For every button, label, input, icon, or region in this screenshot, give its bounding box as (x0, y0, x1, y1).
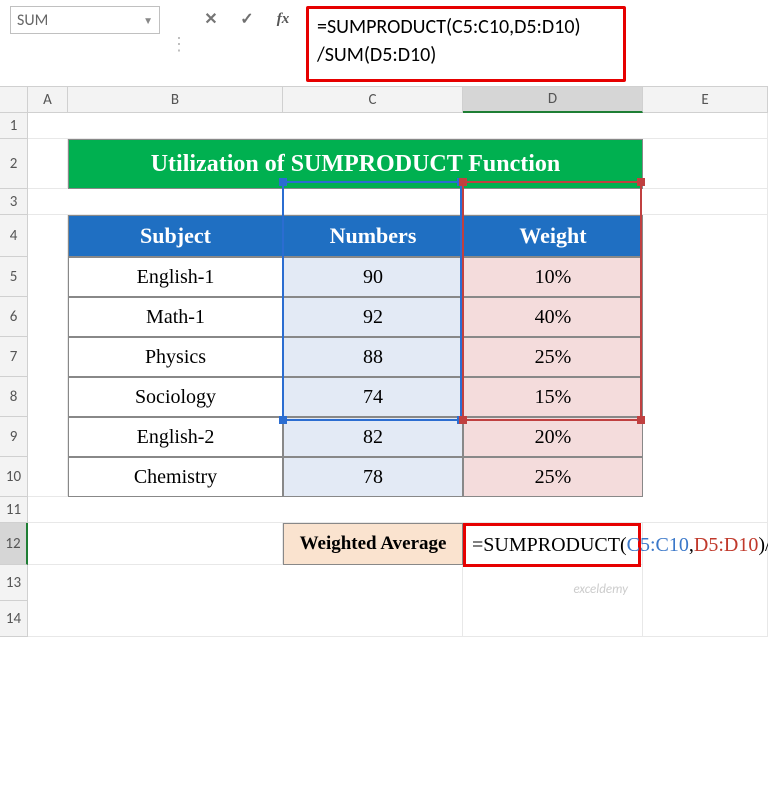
cell-A2[interactable] (28, 139, 68, 189)
row-head-2[interactable]: 2 (0, 139, 28, 189)
header-weight: Weight (463, 215, 643, 257)
row-head-4[interactable]: 4 (0, 215, 28, 257)
cell-row11[interactable] (28, 497, 768, 523)
row-head-3[interactable]: 3 (0, 189, 28, 215)
col-head-C[interactable]: C (283, 87, 463, 113)
cell-row3[interactable] (28, 189, 768, 215)
formula-line-2: /SUM(D5:D10) (317, 41, 615, 69)
name-box-value: SUM (17, 11, 48, 30)
formula-text: T( (608, 534, 627, 556)
cell-subject-1[interactable]: Math-1 (68, 297, 283, 337)
formula-bar-input[interactable]: =SUMPRODUCT(C5:C10,D5:D10) /SUM(D5:D10) (306, 6, 626, 82)
col-head-B[interactable]: B (68, 87, 283, 113)
insert-function-button[interactable]: fx (270, 6, 296, 32)
name-box-dropdown-icon[interactable]: ▼ (143, 14, 153, 27)
cell-weight-2[interactable]: 25% (463, 337, 643, 377)
cell-numbers-0[interactable]: 90 (283, 257, 463, 297)
cancel-formula-button[interactable]: ✕ (198, 6, 224, 32)
cell-subject-3[interactable]: Sociology (68, 377, 283, 417)
cell-numbers-1[interactable]: 92 (283, 297, 463, 337)
cell-E2[interactable] (643, 139, 768, 189)
formula-ref-d5d10-a: D5: (694, 534, 724, 556)
cell-row12-left[interactable] (28, 523, 283, 565)
row-head-13[interactable]: 13 (0, 565, 28, 601)
formula-ref-c5c10: C5:C10 (627, 534, 689, 556)
cell-subject-2[interactable]: Physics (68, 337, 283, 377)
cell-D12[interactable]: =SUMPRODUCT(C5:C10,D5:D10)/SUM(D5:D10) (463, 523, 643, 565)
weighted-average-label: Weighted Average (283, 523, 463, 565)
cell-weight-3[interactable]: 15% (463, 377, 643, 417)
col-head-D[interactable]: D (463, 87, 643, 113)
formula-bar-area: SUM ▼ ⋮ ✕ ✓ fx =SUMPRODUCT(C5:C10,D5:D10… (0, 0, 768, 87)
cell-numbers-2[interactable]: 88 (283, 337, 463, 377)
title-banner: Utilization of SUMPRODUCT Function (68, 139, 643, 189)
row-head-6[interactable]: 6 (0, 297, 28, 337)
name-box[interactable]: SUM ▼ (10, 6, 160, 34)
header-subject: Subject (68, 215, 283, 257)
row-head-12[interactable]: 12 (0, 523, 28, 565)
cell-bottom-left[interactable] (28, 565, 463, 637)
cell-subject-5[interactable]: Chemistry (68, 457, 283, 497)
col-head-E[interactable]: E (643, 87, 768, 113)
col-head-A[interactable]: A (28, 87, 68, 113)
cell-row1[interactable] (28, 113, 768, 139)
accept-formula-button[interactable]: ✓ (234, 6, 260, 32)
cell-D13-14[interactable] (463, 565, 643, 637)
row-head-14[interactable]: 14 (0, 601, 28, 637)
row-head-9[interactable]: 9 (0, 417, 28, 457)
row-head-1[interactable]: 1 (0, 113, 28, 139)
spreadsheet-grid[interactable]: A B C D E 1 2 3 4 5 6 7 8 9 10 11 12 13 … (0, 87, 768, 637)
cell-subject-0[interactable]: English-1 (68, 257, 283, 297)
cell-numbers-4[interactable]: 82 (283, 417, 463, 457)
select-all-corner[interactable] (0, 87, 28, 113)
header-numbers: Numbers (283, 215, 463, 257)
cell-numbers-3[interactable]: 74 (283, 377, 463, 417)
cell-weight-0[interactable]: 10% (463, 257, 643, 297)
cell-numbers-5[interactable]: 78 (283, 457, 463, 497)
row-head-11[interactable]: 11 (0, 497, 28, 523)
cell-weight-1[interactable]: 40% (463, 297, 643, 337)
row-head-10[interactable]: 10 (0, 457, 28, 497)
row-head-8[interactable]: 8 (0, 377, 28, 417)
cell-subject-4[interactable]: English-2 (68, 417, 283, 457)
cell-colA[interactable] (28, 215, 68, 497)
formula-text: =SUMPRODUC (472, 534, 608, 556)
formula-text: )/SUM( (758, 534, 768, 556)
formula-ref-d5d10-b: D10 (724, 534, 758, 556)
row-head-7[interactable]: 7 (0, 337, 28, 377)
cell-colE[interactable] (643, 215, 768, 637)
cell-weight-5[interactable]: 25% (463, 457, 643, 497)
divider-icon: ⋮ (170, 33, 188, 55)
cell-editor[interactable]: =SUMPRODUCT(C5:C10,D5:D10)/SUM(D5:D10) (463, 523, 641, 567)
row-head-5[interactable]: 5 (0, 257, 28, 297)
cell-weight-4[interactable]: 20% (463, 417, 643, 457)
formula-line-1: =SUMPRODUCT(C5:C10,D5:D10) (317, 13, 615, 41)
